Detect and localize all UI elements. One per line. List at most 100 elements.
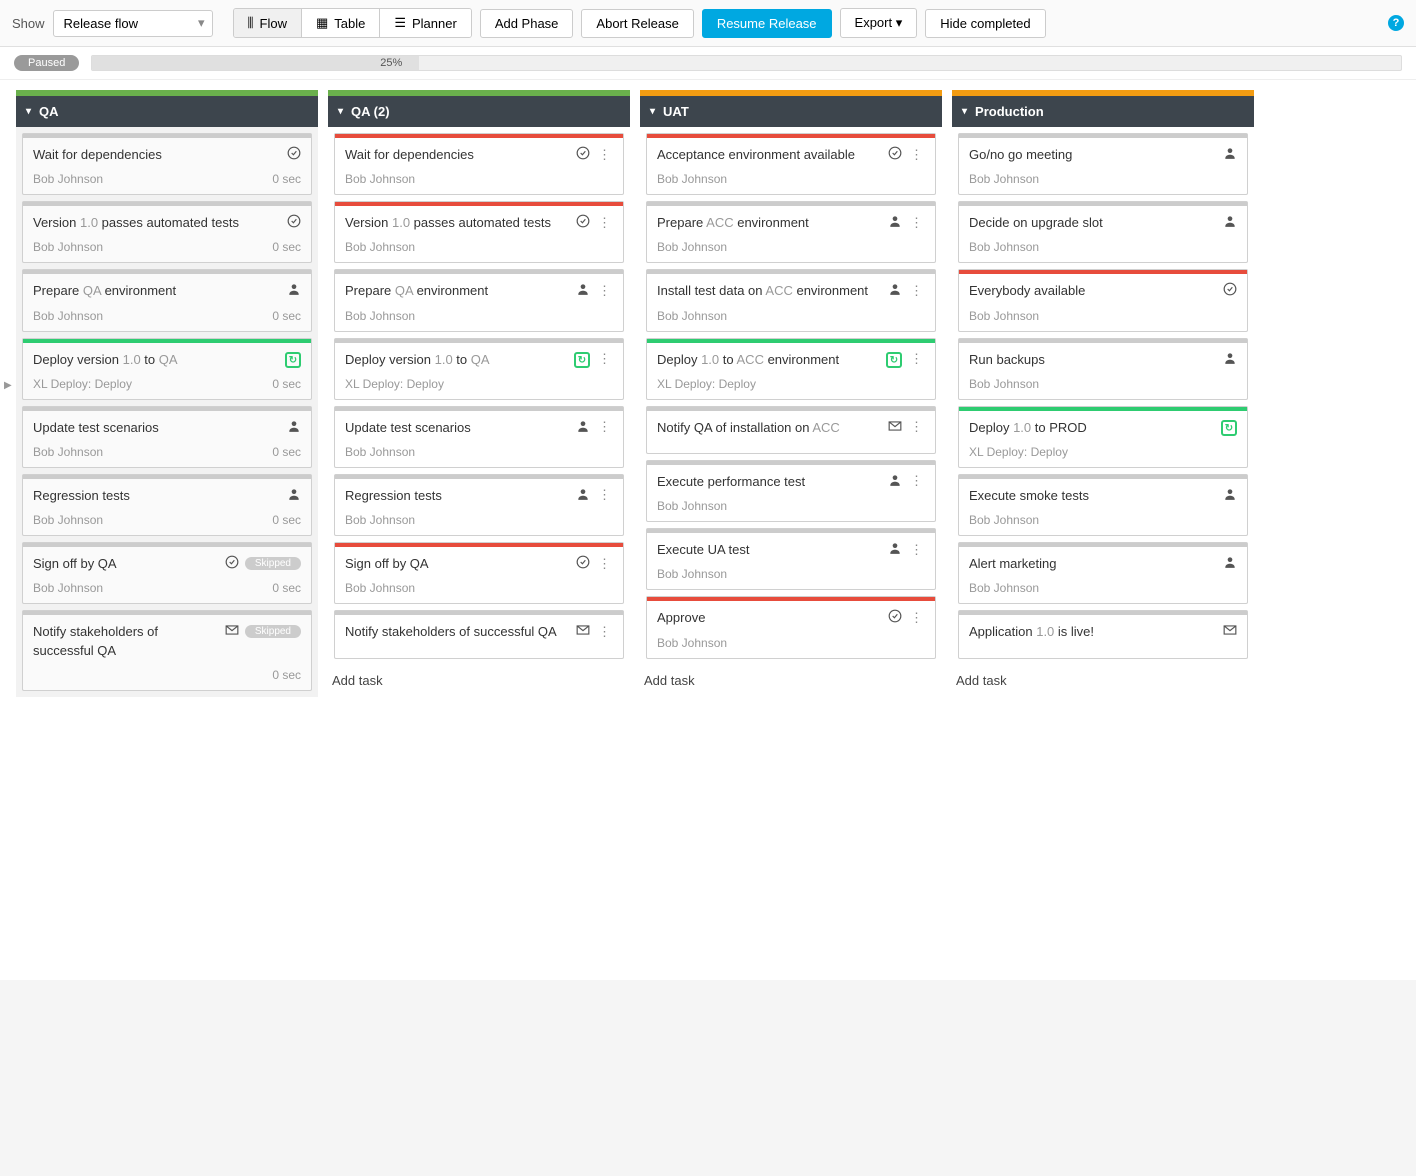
- task-owner: Bob Johnson: [33, 513, 103, 527]
- task-menu-icon[interactable]: ⋮: [908, 283, 925, 299]
- task-title: Execute smoke tests: [969, 487, 1217, 505]
- task-icons: ⋮: [888, 214, 925, 231]
- task-card[interactable]: Approve⋮Bob Johnson: [646, 596, 936, 658]
- tab-table[interactable]: ▦ Table: [302, 9, 380, 37]
- task-card[interactable]: Prepare ACC environment⋮Bob Johnson: [646, 201, 936, 263]
- mail-icon: [888, 419, 902, 436]
- task-card[interactable]: Notify stakeholders of successful QA⋮: [334, 610, 624, 658]
- task-card[interactable]: Sign off by QA⋮Bob Johnson: [334, 542, 624, 604]
- task-card[interactable]: Prepare QA environmentBob Johnson0 sec: [22, 269, 312, 331]
- phase-header[interactable]: ▾QA (2): [328, 96, 630, 127]
- hide-completed-button[interactable]: Hide completed: [925, 9, 1045, 38]
- task-owner: Bob Johnson: [345, 172, 415, 186]
- task-icons: ⋮: [576, 487, 613, 504]
- task-title: Deploy version 1.0 to QA: [345, 351, 568, 369]
- task-card[interactable]: Update test scenarios⋮Bob Johnson: [334, 406, 624, 468]
- task-card[interactable]: Deploy 1.0 to PROD↻XL Deploy: Deploy: [958, 406, 1248, 468]
- view-select[interactable]: Release flow: [53, 10, 213, 37]
- task-title: Prepare QA environment: [345, 282, 570, 300]
- task-menu-icon[interactable]: ⋮: [596, 147, 613, 163]
- task-card[interactable]: Deploy version 1.0 to QA↻⋮XL Deploy: Dep…: [334, 338, 624, 400]
- task-icons: ⋮: [576, 623, 613, 640]
- view-select-wrap[interactable]: Release flow: [53, 10, 213, 37]
- phase-title: QA: [39, 104, 59, 119]
- task-card[interactable]: Prepare QA environment⋮Bob Johnson: [334, 269, 624, 331]
- help-icon[interactable]: ?: [1388, 15, 1404, 31]
- table-icon: ▦: [316, 15, 328, 31]
- task-title: Run backups: [969, 351, 1217, 369]
- release-board: ▾QA Wait for dependenciesBob Johnson0 sec…: [0, 80, 1416, 980]
- task-icons: ⋮: [888, 541, 925, 558]
- task-icons: [287, 282, 301, 299]
- add-task-link[interactable]: Add task: [328, 665, 630, 696]
- task-menu-icon[interactable]: ⋮: [908, 351, 925, 367]
- task-card[interactable]: Execute smoke testsBob Johnson: [958, 474, 1248, 536]
- task-icons: ⋮: [576, 214, 613, 231]
- phase-header[interactable]: ▾QA: [16, 96, 318, 127]
- skipped-badge: Skipped: [245, 557, 301, 570]
- phase-body: Go/no go meetingBob JohnsonDecide on upg…: [952, 127, 1254, 665]
- progress-percent: 25%: [380, 56, 402, 70]
- phase-header[interactable]: ▾Production: [952, 96, 1254, 127]
- task-menu-icon[interactable]: ⋮: [908, 419, 925, 435]
- resume-release-button[interactable]: Resume Release: [702, 9, 832, 38]
- task-card[interactable]: Decide on upgrade slotBob Johnson: [958, 201, 1248, 263]
- task-menu-icon[interactable]: ⋮: [596, 351, 613, 367]
- task-card[interactable]: Execute performance test⋮Bob Johnson: [646, 460, 936, 522]
- task-card[interactable]: Acceptance environment available⋮Bob Joh…: [646, 133, 936, 195]
- task-title: Wait for dependencies: [345, 146, 570, 164]
- task-menu-icon[interactable]: ⋮: [908, 215, 925, 231]
- task-menu-icon[interactable]: ⋮: [908, 147, 925, 163]
- task-owner: Bob Johnson: [657, 309, 727, 323]
- task-menu-icon[interactable]: ⋮: [596, 556, 613, 572]
- task-card[interactable]: Version 1.0 passes automated testsBob Jo…: [22, 201, 312, 263]
- task-icons: [287, 419, 301, 436]
- task-card[interactable]: Run backupsBob Johnson: [958, 338, 1248, 400]
- task-card[interactable]: Wait for dependencies ⋮ Bob Johnson: [334, 133, 624, 195]
- expand-sidebar-icon[interactable]: ▶: [4, 380, 12, 391]
- task-icons: ⋮: [888, 473, 925, 490]
- user-icon: [287, 282, 301, 299]
- tab-flow[interactable]: ⫼ Flow: [234, 9, 302, 37]
- task-menu-icon[interactable]: ⋮: [596, 487, 613, 503]
- task-card[interactable]: Go/no go meetingBob Johnson: [958, 133, 1248, 195]
- task-title: Wait for dependencies: [33, 146, 281, 164]
- task-menu-icon[interactable]: ⋮: [908, 610, 925, 626]
- task-card[interactable]: Wait for dependenciesBob Johnson0 sec: [22, 133, 312, 195]
- task-card[interactable]: Execute UA test⋮Bob Johnson: [646, 528, 936, 590]
- task-menu-icon[interactable]: ⋮: [596, 215, 613, 231]
- add-task-link[interactable]: Add task: [640, 665, 942, 696]
- task-card[interactable]: Notify stakeholders of successful QASkip…: [22, 610, 312, 690]
- task-card[interactable]: Everybody availableBob Johnson: [958, 269, 1248, 331]
- phase-body: Acceptance environment available⋮Bob Joh…: [640, 127, 942, 665]
- task-title: Regression tests: [33, 487, 281, 505]
- task-card[interactable]: Application 1.0 is live!: [958, 610, 1248, 658]
- abort-release-button[interactable]: Abort Release: [581, 9, 693, 38]
- task-card[interactable]: Regression testsBob Johnson0 sec: [22, 474, 312, 536]
- task-menu-icon[interactable]: ⋮: [908, 542, 925, 558]
- task-card[interactable]: Notify QA of installation on ACC⋮: [646, 406, 936, 454]
- task-card[interactable]: Sign off by QASkippedBob Johnson0 sec: [22, 542, 312, 604]
- task-card[interactable]: Version 1.0 passes automated tests⋮Bob J…: [334, 201, 624, 263]
- progress-fill: [92, 56, 419, 70]
- task-card[interactable]: Alert marketingBob Johnson: [958, 542, 1248, 604]
- phase-header[interactable]: ▾UAT: [640, 96, 942, 127]
- task-icons: ⋮: [576, 282, 613, 299]
- task-icons: ⋮: [888, 282, 925, 299]
- task-card[interactable]: Regression tests⋮Bob Johnson: [334, 474, 624, 536]
- task-card[interactable]: Deploy version 1.0 to QA↻XL Deploy: Depl…: [22, 338, 312, 400]
- task-card[interactable]: Install test data on ACC environment⋮Bob…: [646, 269, 936, 331]
- add-task-link[interactable]: Add task: [952, 665, 1254, 696]
- task-menu-icon[interactable]: ⋮: [596, 419, 613, 435]
- tab-planner[interactable]: ☰ Planner: [380, 9, 470, 37]
- task-card[interactable]: Update test scenariosBob Johnson0 sec: [22, 406, 312, 468]
- task-card[interactable]: Deploy 1.0 to ACC environment↻⋮XL Deploy…: [646, 338, 936, 400]
- task-title: Version 1.0 passes automated tests: [33, 214, 281, 232]
- add-phase-button[interactable]: Add Phase: [480, 9, 574, 38]
- task-title: Execute performance test: [657, 473, 882, 491]
- export-button[interactable]: Export ▾: [840, 8, 918, 38]
- task-owner: Bob Johnson: [969, 581, 1039, 595]
- task-menu-icon[interactable]: ⋮: [596, 624, 613, 640]
- task-menu-icon[interactable]: ⋮: [596, 283, 613, 299]
- task-menu-icon[interactable]: ⋮: [908, 473, 925, 489]
